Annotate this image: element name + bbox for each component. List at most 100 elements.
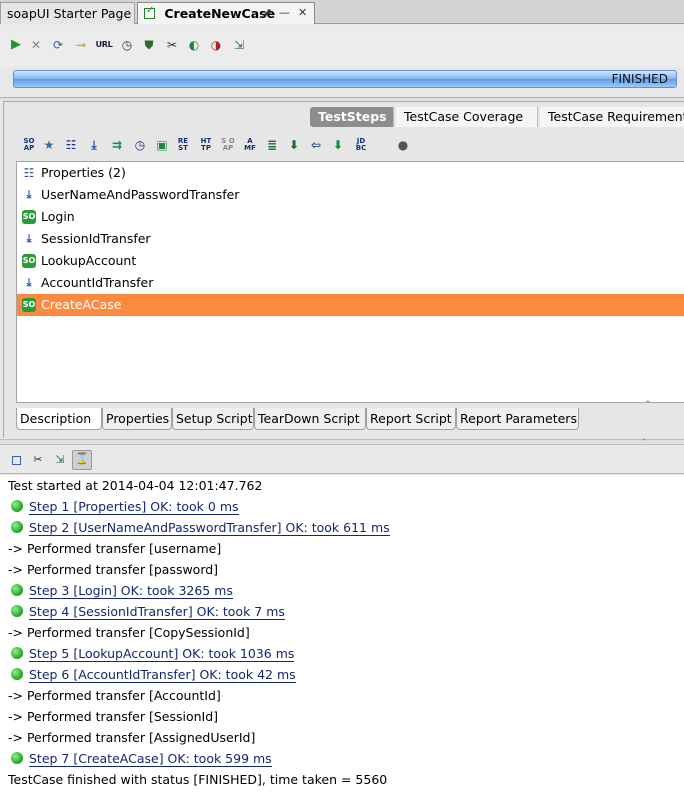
credentials-icon[interactable]: ⊸ bbox=[73, 37, 89, 53]
list-item[interactable]: ⤓ UserNameAndPasswordTransfer bbox=[17, 184, 684, 206]
log-step[interactable]: Step 5 [LookupAccount] OK: took 1036 ms bbox=[11, 646, 295, 667]
log-step[interactable]: Step 4 [SessionIdTransfer] OK: took 7 ms bbox=[11, 604, 285, 625]
ok-status-icon bbox=[11, 500, 23, 512]
resize-handle-icon[interactable]: ⌃ bbox=[644, 400, 652, 410]
properties-step-icon[interactable]: ☷ bbox=[64, 138, 78, 152]
loadtest-icon[interactable]: ◐ bbox=[186, 37, 202, 53]
tab-label: soapUI Starter Page bbox=[7, 6, 132, 21]
transfer-step-icon[interactable]: ⤓ bbox=[87, 138, 101, 152]
undock-icon[interactable]: ⬈ bbox=[263, 6, 272, 19]
testcase-toolbar: ▶ ✕ ⟳ ⊸ URL ◷ ⛊ ✂ ◐ ◑ ⇲ bbox=[0, 25, 684, 67]
tab-setup-script[interactable]: Setup Script bbox=[172, 408, 254, 430]
ok-status-icon bbox=[11, 647, 23, 659]
log-options-icon[interactable]: ✂ bbox=[30, 452, 46, 468]
rest-step-icon[interactable]: RE ST bbox=[176, 138, 190, 152]
property-transfer-icon: ⤓ bbox=[26, 188, 32, 201]
http-step-icon[interactable]: HT TP bbox=[199, 138, 213, 152]
teststeps-panel: TestSteps TestCase Coverage TestCase Req… bbox=[3, 101, 684, 438]
tab-testcase-requirement[interactable]: TestCase Requirement bbox=[540, 107, 684, 127]
goto-step-icon[interactable]: ⇉ bbox=[110, 138, 124, 152]
list-item[interactable]: SO LookupAccount bbox=[17, 250, 684, 272]
soap-step-icon[interactable]: SO AP bbox=[22, 138, 36, 152]
tab-report-script[interactable]: Report Script bbox=[366, 408, 456, 430]
list-item[interactable]: ⤓ SessionIdTransfer bbox=[17, 228, 684, 250]
assertion-step-icon[interactable]: ● bbox=[396, 138, 410, 152]
ok-status-icon bbox=[11, 668, 23, 680]
manual-step-icon[interactable]: ≣ bbox=[265, 138, 279, 152]
tab-teststeps[interactable]: TestSteps bbox=[310, 107, 394, 127]
run-progress-bar: FINISHED bbox=[13, 70, 677, 88]
tab-label: CreateNewCase bbox=[164, 6, 276, 21]
securitytest-icon[interactable]: ◑ bbox=[208, 37, 224, 53]
list-item[interactable]: SO Login bbox=[17, 206, 684, 228]
clear-log-icon[interactable] bbox=[12, 456, 21, 465]
delay-step-icon[interactable]: ◷ bbox=[133, 138, 147, 152]
mock-response-step-icon[interactable]: S O AP bbox=[221, 138, 235, 152]
log-step[interactable]: Step 1 [Properties] OK: took 0 ms bbox=[11, 499, 239, 520]
jdbc-step-icon[interactable]: JD BC bbox=[354, 138, 368, 152]
step-label: UserNameAndPasswordTransfer bbox=[41, 187, 240, 202]
export-log-icon[interactable]: ⇲ bbox=[52, 452, 68, 468]
tab-testcase-coverage[interactable]: TestCase Coverage bbox=[396, 107, 538, 127]
datasink-step-icon[interactable]: ⬇ bbox=[331, 138, 345, 152]
step-label: Login bbox=[41, 209, 75, 224]
progress-status: FINISHED bbox=[611, 72, 668, 86]
step-label: AccountIdTransfer bbox=[41, 275, 154, 290]
step-label: CreateACase bbox=[41, 297, 122, 312]
log-toolbar: ✂ ⇲ ⌛ bbox=[0, 446, 684, 474]
log-line: -> Performed transfer [AccountId] bbox=[8, 688, 221, 703]
loop-icon[interactable]: ⟳ bbox=[50, 37, 66, 53]
close-icon[interactable]: ✕ bbox=[298, 6, 307, 19]
tab-createnewcase[interactable]: CreateNewCase ⬈ — ✕ bbox=[137, 2, 315, 24]
url-button[interactable]: URL bbox=[95, 37, 113, 53]
property-transfer-icon: ⤓ bbox=[26, 232, 32, 245]
testcase-icon bbox=[144, 5, 155, 19]
ok-status-icon bbox=[11, 605, 23, 617]
cancel-icon[interactable]: ✕ bbox=[28, 37, 44, 53]
step-label: LookupAccount bbox=[41, 253, 137, 268]
list-item[interactable]: ☷ Properties (2) bbox=[17, 162, 684, 184]
ok-status-icon bbox=[11, 521, 23, 533]
security-icon[interactable]: ⛊ bbox=[141, 37, 157, 53]
hourglass-icon[interactable]: ⌛ bbox=[72, 450, 92, 470]
ok-status-icon bbox=[11, 752, 23, 764]
soap-request-icon: SO bbox=[22, 298, 36, 312]
amf-step-icon[interactable]: A MF bbox=[243, 138, 257, 152]
properties-icon: ☷ bbox=[23, 166, 35, 180]
list-item-selected[interactable]: SO CreateACase bbox=[17, 294, 684, 316]
list-item[interactable]: ⤓ AccountIdTransfer bbox=[17, 272, 684, 294]
log-step[interactable]: Step 7 [CreateACase] OK: took 599 ms bbox=[11, 751, 272, 772]
timer-icon[interactable]: ◷ bbox=[119, 37, 135, 53]
log-line: -> Performed transfer [username] bbox=[8, 541, 222, 556]
log-line: -> Performed transfer [CopySessionId] bbox=[8, 625, 250, 640]
ok-status-icon bbox=[11, 584, 23, 596]
tab-properties[interactable]: Properties bbox=[102, 408, 172, 430]
log-line: Test started at 2014-04-04 12:01:47.762 bbox=[8, 478, 263, 493]
options-icon[interactable]: ✂ bbox=[164, 37, 180, 53]
tab-report-parameters[interactable]: Report Parameters bbox=[456, 408, 579, 430]
log-line: -> Performed transfer [SessionId] bbox=[8, 709, 219, 724]
log-line: -> Performed transfer [AssignedUserId] bbox=[8, 730, 256, 745]
run-icon[interactable]: ▶ bbox=[8, 37, 24, 53]
add-step-toolbar: SO AP ★ ☷ ⤓ ⇉ ◷ ▣ RE ST HT TP S O AP A M… bbox=[16, 135, 684, 157]
log-step[interactable]: Step 2 [UserNameAndPasswordTransfer] OK:… bbox=[11, 520, 390, 541]
groovy-step-icon[interactable]: ★ bbox=[42, 138, 56, 152]
log-step[interactable]: Step 6 [AccountIdTransfer] OK: took 42 m… bbox=[11, 667, 296, 688]
export-icon[interactable]: ⇲ bbox=[231, 37, 247, 53]
tab-soapui-starter-page[interactable]: soapUI Starter Page bbox=[0, 2, 135, 24]
tab-teardown-script[interactable]: TearDown Script bbox=[254, 408, 366, 430]
soap-request-icon: SO bbox=[22, 210, 36, 224]
datasource-step-icon[interactable]: ⬇ bbox=[287, 138, 301, 152]
conditional-goto-icon[interactable]: ⇦ bbox=[309, 138, 323, 152]
minimize-icon[interactable]: — bbox=[279, 6, 290, 19]
log-step[interactable]: Step 3 [Login] OK: took 3265 ms bbox=[11, 583, 233, 604]
log-line: TestCase finished with status [FINISHED]… bbox=[8, 772, 388, 787]
soap-request-icon: SO bbox=[22, 254, 36, 268]
split-divider[interactable]: ⌃ bbox=[0, 438, 684, 448]
teststeps-list: ☷ Properties (2) ⤓ UserNameAndPasswordTr… bbox=[16, 161, 684, 403]
log-line: -> Performed transfer [password] bbox=[8, 562, 219, 577]
property-transfer-icon: ⤓ bbox=[26, 276, 32, 289]
run-testcase-step-icon[interactable]: ▣ bbox=[155, 138, 169, 152]
tab-description[interactable]: Description bbox=[16, 408, 102, 430]
editor-tab-bar: soapUI Starter Page CreateNewCase ⬈ — ✕ bbox=[0, 0, 684, 24]
